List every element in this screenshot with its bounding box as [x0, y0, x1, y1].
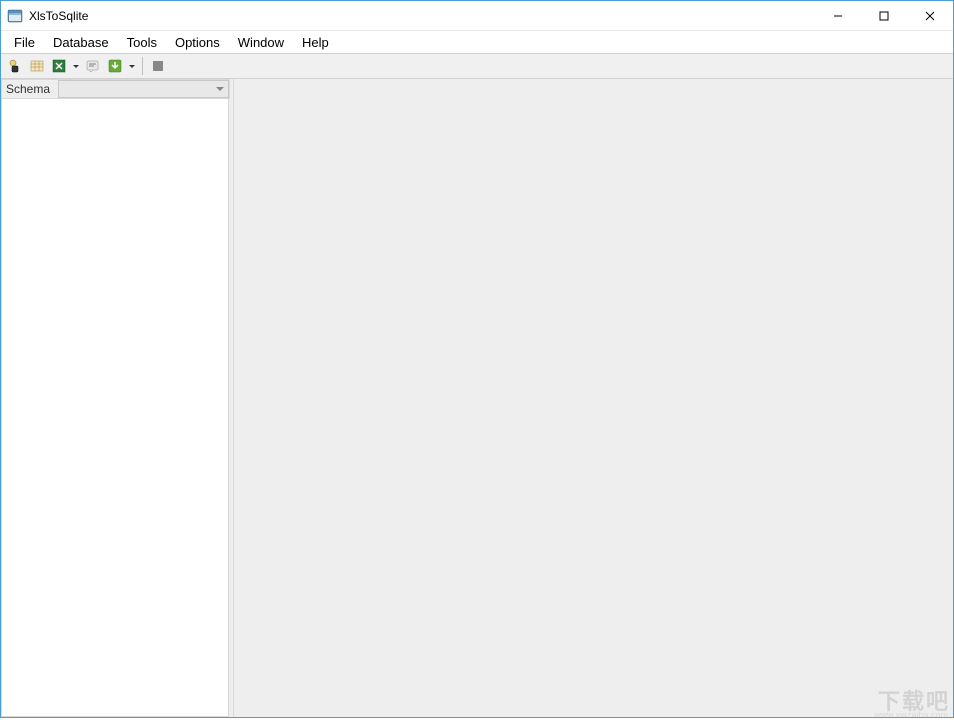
query-icon[interactable] — [83, 56, 103, 76]
excel-dropdown-arrow[interactable] — [71, 56, 81, 76]
toolbar-separator — [142, 57, 143, 75]
main-workspace — [233, 79, 953, 717]
schema-label: Schema — [2, 82, 58, 96]
connect-icon[interactable] — [5, 56, 25, 76]
close-button[interactable] — [907, 1, 953, 30]
menu-options[interactable]: Options — [166, 33, 229, 52]
chevron-down-icon — [216, 87, 224, 91]
window-title: XlsToSqlite — [29, 9, 88, 23]
window-controls — [815, 1, 953, 30]
schema-tree[interactable] — [1, 99, 229, 717]
menubar: File Database Tools Options Window Help — [1, 31, 953, 53]
maximize-button[interactable] — [861, 1, 907, 30]
table-icon[interactable] — [27, 56, 47, 76]
menu-file[interactable]: File — [5, 33, 44, 52]
sidebar: Schema — [1, 79, 233, 717]
stop-icon[interactable] — [148, 56, 168, 76]
toolbar — [1, 53, 953, 79]
export-dropdown-arrow[interactable] — [127, 56, 137, 76]
schema-row: Schema — [1, 79, 230, 99]
excel-icon[interactable] — [49, 56, 69, 76]
content-area: Schema — [1, 79, 953, 717]
titlebar: XlsToSqlite — [1, 1, 953, 31]
app-window: XlsToSqlite File Database Tools Options … — [0, 0, 954, 718]
menu-tools[interactable]: Tools — [118, 33, 166, 52]
export-icon[interactable] — [105, 56, 125, 76]
menu-window[interactable]: Window — [229, 33, 293, 52]
schema-select[interactable] — [58, 80, 229, 98]
menu-help[interactable]: Help — [293, 33, 338, 52]
minimize-button[interactable] — [815, 1, 861, 30]
app-icon — [7, 8, 23, 24]
menu-database[interactable]: Database — [44, 33, 118, 52]
